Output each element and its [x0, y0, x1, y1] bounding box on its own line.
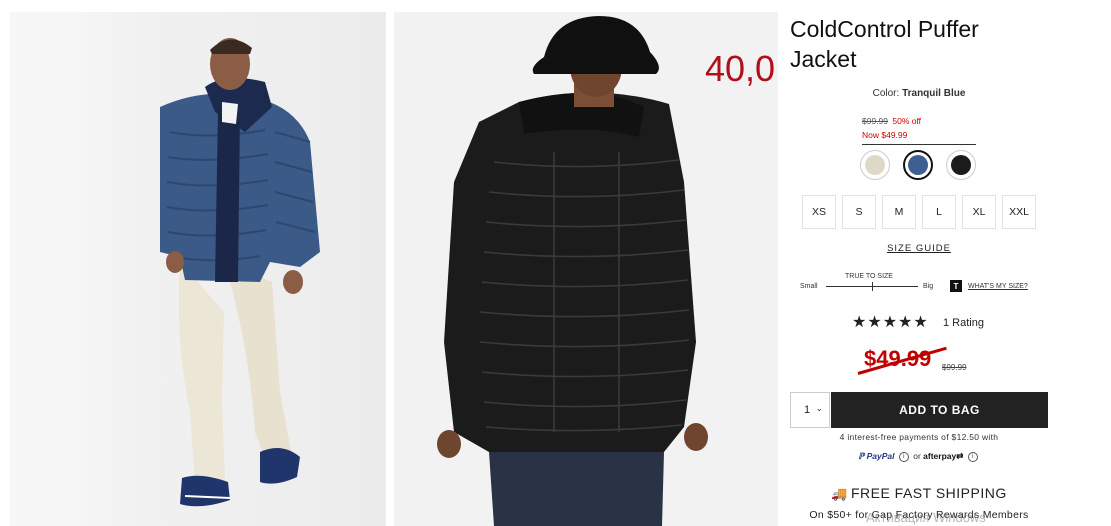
afterpay-logo[interactable]: afterpay⇄ [923, 451, 963, 461]
size-l[interactable]: L [922, 195, 956, 229]
swatch-cream-dot [865, 155, 885, 175]
size-xl[interactable]: XL [962, 195, 996, 229]
afterpay-arrows-icon: ⇄ [956, 451, 964, 461]
fit-marker [872, 282, 873, 291]
mini-discount: 50% off [892, 116, 922, 126]
fit-big-label: Big [923, 283, 934, 290]
size-m[interactable]: M [882, 195, 916, 229]
overlay-price-text: 40,0 [705, 48, 776, 89]
original-price: $99.99 [942, 363, 967, 372]
size-guide-link[interactable]: SIZE GUIDE [887, 243, 951, 254]
product-photo-front[interactable] [10, 12, 386, 526]
truck-icon: 🚚 [831, 486, 848, 501]
swatch-tranquil-blue[interactable] [903, 150, 933, 180]
size-xxl[interactable]: XXL [1002, 195, 1036, 229]
shipping-title: 🚚 FREE FAST SHIPPING [790, 485, 1048, 502]
quantity-value: 1 [804, 404, 811, 416]
swatch-tranquil-blue-dot [908, 155, 928, 175]
mini-old-price: $99.99 [862, 116, 888, 126]
mini-now-price: Now $49.99 [862, 130, 908, 140]
rating-stars-icon: ★★★★★ [852, 314, 929, 331]
color-line: Color: Tranquil Blue [790, 88, 1048, 99]
swatch-black-dot [951, 155, 971, 175]
paypal-text: PayPal [866, 451, 895, 461]
windows-activation-watermark: Активация Windows [866, 510, 986, 525]
color-value: Tranquil Blue [902, 88, 966, 99]
chevron-down-icon: ⌄ [815, 403, 823, 413]
installments-text: 4 interest-free payments of $12.50 with [839, 432, 999, 442]
add-to-bag-button[interactable]: ADD TO BAG [831, 392, 1048, 428]
color-label: Color: [872, 88, 900, 99]
fit-small-label: Small [800, 283, 818, 290]
rating-count[interactable]: 1 Rating [943, 317, 984, 329]
size-s[interactable]: S [842, 195, 876, 229]
swatch-cream[interactable] [860, 150, 890, 180]
swatch-black[interactable] [946, 150, 976, 180]
mini-price-block: $99.99 50% off Now $49.99 [862, 114, 976, 145]
true-to-size-label: TRUE TO SIZE [845, 273, 893, 280]
size-guide: SIZE GUIDE [790, 243, 1048, 254]
afterpay-info-icon[interactable]: i [967, 451, 978, 462]
fit-scale: TRUE TO SIZE Small Big T WHAT'S MY SIZE? [800, 268, 1050, 298]
size-xs[interactable]: XS [802, 195, 836, 229]
paypal-logo[interactable]: ℙ PayPal [858, 451, 894, 461]
paypal-info-icon[interactable]: i [898, 451, 909, 462]
rating-summary[interactable]: ★★★★★ 1 Rating [852, 312, 984, 332]
or-text: or [913, 451, 921, 461]
payment-options: ℙ PayPal i or afterpay⇄ i [790, 451, 1048, 462]
quantity-select[interactable]: 1 ⌄ [790, 392, 830, 428]
product-title: ColdControl Puffer Jacket [790, 16, 979, 72]
whats-my-size-link[interactable]: WHAT'S MY SIZE? [968, 283, 1028, 290]
shipping-title-text: FREE FAST SHIPPING [850, 485, 1007, 501]
afterpay-text: afterpay [923, 451, 957, 461]
truefit-logo-icon: T [950, 280, 962, 292]
